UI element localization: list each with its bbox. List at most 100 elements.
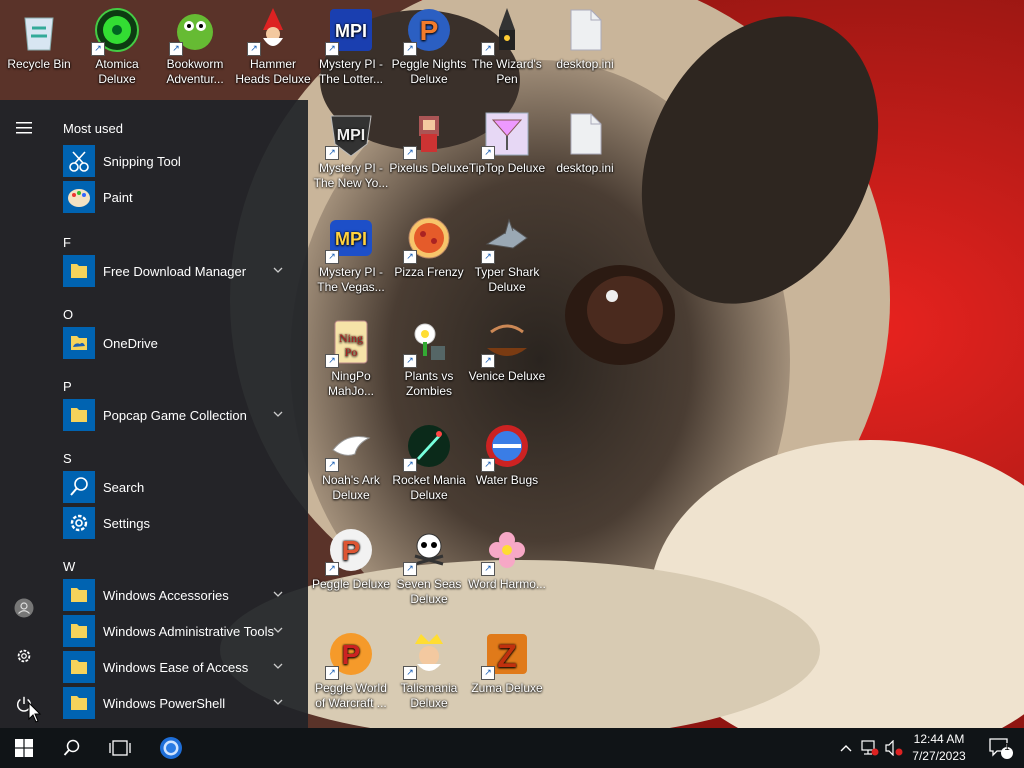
shortcut-arrow-icon: ↗ — [403, 666, 417, 680]
desktop-icon-label: Water Bugs — [475, 473, 539, 487]
chevron-down-icon[interactable] — [271, 623, 285, 637]
start-menu-item[interactable]: Windows Accessories — [63, 577, 303, 613]
group-letter-header[interactable]: O — [63, 307, 73, 322]
start-menu-item-label: Snipping Tool — [103, 153, 181, 169]
start-menu: Most used Snipping Tool Paint F Free Downloa… — [0, 100, 308, 728]
desktop-icon[interactable]: P ↗ Peggle Nights Deluxe — [390, 0, 468, 96]
settings-rail-button[interactable] — [0, 634, 48, 678]
shortcut-arrow-icon: ↗ — [325, 666, 339, 680]
windows-logo-icon — [15, 739, 33, 757]
group-letter-header[interactable]: S — [63, 451, 72, 466]
group-letter-header[interactable]: P — [63, 379, 72, 394]
desktop-icon[interactable]: desktop.ini — [546, 104, 624, 200]
start-menu-item-label: Search — [103, 479, 145, 495]
shortcut-arrow-icon: ↗ — [403, 42, 417, 56]
folder-icon — [63, 255, 95, 287]
desktop-icon-label: Mystery PI - The New Yo... — [313, 161, 389, 190]
desktop-icon[interactable]: ↗ Word Harmo... — [468, 520, 546, 616]
mystery-pi-vegas-icon: MPI ↗ — [325, 214, 375, 264]
group-letter-header[interactable]: F — [63, 235, 71, 250]
action-center-button[interactable]: 1 — [976, 728, 1024, 768]
taskbar-search-button[interactable] — [48, 728, 96, 768]
svg-text:P: P — [420, 15, 439, 46]
desktop-icon[interactable]: ↗ The Wizard's Pen — [468, 0, 546, 96]
start-menu-item-label: Windows PowerShell — [103, 695, 226, 711]
volume-muted-icon — [885, 740, 903, 756]
desktop-icon-label: Mystery PI - The Vegas... — [317, 265, 385, 294]
cocktail-icon: ↗ — [481, 110, 531, 160]
svg-text:Z: Z — [497, 638, 517, 674]
desktop-icon[interactable]: MPI ↗ Mystery PI - The Vegas... — [312, 208, 390, 304]
app-list: Most used Snipping Tool Paint F Free Downloa… — [48, 100, 308, 728]
desktop-icon[interactable]: ↗ Talismania Deluxe — [390, 624, 468, 720]
atomica-icon: ↗ — [91, 6, 141, 56]
start-menu-item[interactable]: Settings — [63, 505, 303, 541]
chevron-down-icon[interactable] — [271, 695, 285, 709]
desktop-icon[interactable]: ↗ Typer Shark Deluxe — [468, 208, 546, 304]
desktop-icon[interactable]: ↗ Water Bugs — [468, 416, 546, 512]
start-menu-item[interactable]: Search — [63, 469, 303, 505]
shortcut-arrow-icon: ↗ — [325, 354, 339, 368]
desktop-icon[interactable]: ↗ Bookworm Adventur... — [156, 0, 234, 96]
start-menu-item-label: Windows Accessories — [103, 587, 229, 603]
shortcut-arrow-icon: ↗ — [481, 42, 495, 56]
volume-button[interactable] — [882, 728, 906, 768]
desktop-icon[interactable]: ↗ Venice Deluxe — [468, 312, 546, 408]
chevron-down-icon[interactable] — [271, 587, 285, 601]
start-menu-item[interactable]: Windows Administrative Tools — [63, 613, 303, 649]
user-account-button[interactable] — [0, 586, 48, 630]
start-menu-item[interactable]: Windows PowerShell — [63, 685, 303, 721]
desktop-icon[interactable]: MPI ↗ Mystery PI - The New Yo... — [312, 104, 390, 200]
desktop-icon[interactable]: MPI ↗ Mystery PI - The Lotter... — [312, 0, 390, 96]
svg-text:Po: Po — [345, 345, 358, 359]
desktop-icon-label: Seven Seas Deluxe — [396, 577, 462, 606]
start-menu-item[interactable]: Popcap Game Collection — [63, 397, 303, 433]
desktop-icon[interactable]: ↗ Plants vs Zombies — [390, 312, 468, 408]
start-menu-item[interactable]: Windows Ease of Access — [63, 649, 303, 685]
network-icon — [861, 740, 879, 756]
task-view-button[interactable] — [96, 728, 144, 768]
desktop-icon[interactable]: ↗ Hammer Heads Deluxe — [234, 0, 312, 96]
rocket-icon: ↗ — [403, 422, 453, 472]
show-hidden-icons-button[interactable] — [834, 728, 858, 768]
desktop-icon[interactable]: P ↗ Peggle Deluxe — [312, 520, 390, 616]
desktop-icon-label: Rocket Mania Deluxe — [392, 473, 466, 502]
desktop-icon[interactable]: desktop.ini — [546, 0, 624, 96]
task-view-icon — [109, 740, 131, 756]
desktop-icon-label: Peggle Nights Deluxe — [391, 57, 467, 86]
svg-text:MPI: MPI — [337, 127, 365, 144]
desktop-icon[interactable]: Ning Po ↗ NingPo MahJo... — [312, 312, 390, 408]
start-menu-item[interactable]: Free Download Manager — [63, 253, 303, 289]
chevron-down-icon[interactable] — [271, 407, 285, 421]
desktop-icon[interactable]: ↗ TipTop Deluxe — [468, 104, 546, 200]
desktop-icon[interactable]: Recycle Bin — [0, 0, 78, 96]
desktop-icon[interactable]: ↗ Rocket Mania Deluxe — [390, 416, 468, 512]
desktop-icon[interactable]: ↗ Pixelus Deluxe — [389, 104, 469, 200]
peggle-icon: P ↗ — [325, 526, 375, 576]
start-menu-item[interactable]: Snipping Tool — [63, 143, 303, 179]
most-used-header[interactable]: Most used — [63, 121, 123, 136]
start-menu-item[interactable]: OneDrive — [63, 325, 303, 361]
taskbar-browser-button[interactable] — [147, 728, 195, 768]
desktop-icon[interactable]: P ↗ Peggle World of Warcraft ... — [312, 624, 390, 720]
onedrive-folder-icon — [63, 327, 95, 359]
svg-text:MPI: MPI — [335, 229, 367, 249]
chevron-down-icon[interactable] — [271, 263, 285, 277]
start-menu-item-label: OneDrive — [103, 335, 158, 351]
shortcut-arrow-icon: ↗ — [403, 458, 417, 472]
desktop-icon[interactable]: ↗ Seven Seas Deluxe — [390, 520, 468, 616]
start-menu-item[interactable]: Paint — [63, 179, 303, 215]
desktop-icon[interactable]: Z ↗ Zuma Deluxe — [468, 624, 546, 720]
start-button[interactable] — [0, 728, 48, 768]
desktop-icon-label: Bookworm Adventur... — [166, 57, 224, 86]
chevron-down-icon[interactable] — [271, 659, 285, 673]
group-letter-header[interactable]: W — [63, 559, 75, 574]
svg-text:P: P — [342, 535, 361, 566]
network-button[interactable] — [858, 728, 882, 768]
desktop-icon[interactable]: ↗ Pizza Frenzy — [390, 208, 468, 304]
expand-menu-button[interactable] — [0, 106, 48, 150]
shortcut-arrow-icon: ↗ — [325, 458, 339, 472]
desktop-icon[interactable]: ↗ Atomica Deluxe — [78, 0, 156, 96]
talismania-icon: ↗ — [403, 630, 453, 680]
desktop-icon[interactable]: ↗ Noah's Ark Deluxe — [312, 416, 390, 512]
